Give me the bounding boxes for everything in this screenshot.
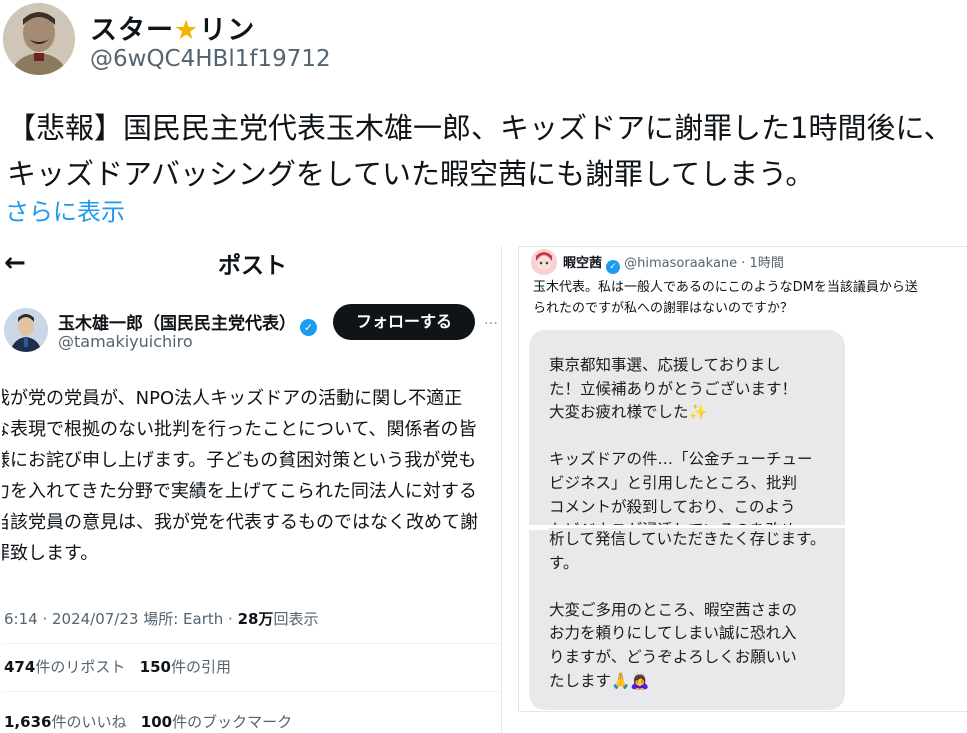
post-stats-row: 474件のリポスト 150件の引用 [4,656,231,677]
bookmark-count: 100 [140,713,173,731]
post-body: 我が党の党員が、NPO法人キッズドアの活動に関し不適正 な表現で根拠のない批判を… [2,383,501,569]
like-label: 件のいいね [51,713,127,731]
himasora-post-screenshot: 暇空茜 ✓ @himasoraakane · 1時間 玉木代表。私は一般人であるの… [518,246,967,712]
post-stats-row: 1,636件のいいね 100件のブックマーク [4,711,292,732]
post-body: 玉木代表。私は一般人であるのにこのようなDMを当該議員から送 られたのですが私へ… [533,277,967,319]
quote-label: 件の引用 [170,658,231,676]
more-options-icon: … [484,312,499,328]
divider [2,643,501,644]
like-count: 1,636 [4,713,52,731]
avatar [4,308,48,352]
repost-count: 474 [4,658,36,676]
display-name-part-a: スター [90,15,174,46]
bookmark-label: 件のブックマーク [172,713,293,731]
display-name[interactable]: スター★リン [90,8,255,47]
avatar[interactable] [3,3,75,75]
post-body-line: 罪致します。 [2,543,99,564]
show-more-link[interactable]: さらに表示 [5,192,125,227]
display-name-part-b: リン [199,15,256,46]
verified-badge-icon: ✓ [606,260,621,274]
post-time-location: 6:14 · 2024/07/23 場所: Earth · [4,610,238,628]
profile-photo [4,308,48,352]
post-meta: 6:14 · 2024/07/23 場所: Earth · 28万回表示 [4,608,318,629]
author-name: 暇空茜 [563,256,603,271]
attached-image[interactable]: ← ポスト 玉木雄一郎（国民民主党代表） ✓ @tamakiyuichiro フォ… [2,246,967,733]
profile-photo [531,249,557,275]
tweet-body-line: 【悲報】国民民主党代表玉木雄一郎、キッズドアに謝罪した1時間後に、 [7,111,953,145]
view-count-label: 回表示 [273,610,319,628]
post-body-line: 当該党員の意見は、我が党を代表するものではなく改めて謝 [2,512,478,533]
repost-label: 件のリポスト [35,658,126,676]
star-icon: ★ [174,15,200,46]
post-body-line: な表現で根拠のない批判を行ったことについて、関係者の皆 [2,419,477,440]
tweet-body: 【悲報】国民民主党代表玉木雄一郎、キッズドアに謝罪した1時間後に、 キッズドアバ… [7,105,967,197]
author-handle: @tamakiyuichiro [58,332,193,351]
quote-count: 150 [139,658,171,676]
post-header: 暇空茜 ✓ @himasoraakane · 1時間 [563,252,784,274]
avatar [531,249,557,275]
author-handle-time: @himasoraakane · 1時間 [624,256,784,271]
back-arrow-icon: ← [4,248,26,278]
verified-badge-icon: ✓ [300,319,317,336]
post-body-line: られたのですが私への謝罪はないのですか？ [533,301,794,316]
view-count: 28万 [237,610,274,628]
post-body-line: 様にお詫び申し上げます。子どもの貧困対策という我が党も [2,450,477,471]
divider [2,691,501,692]
profile-photo [3,3,75,75]
quoted-post-screenshot: ← ポスト 玉木雄一郎（国民民主党代表） ✓ @tamakiyuichiro フォ… [2,246,502,733]
post-header-title: ポスト [218,253,287,279]
tweet-body-line: キッズドアバッシングをしていた暇空茜にも謝罪してしまう。 [7,157,815,191]
post-body-line: 我が党の党員が、NPO法人キッズドアの活動に関し不適正 [2,388,463,409]
dm-message-text: 析して発信していただきたく存じます。 す。 大変ご多用のところ、暇空茜さまの お… [549,528,845,694]
follow-button: フォローする [333,304,475,340]
author-name-text: 玉木雄一郎（国民民主党代表） [58,314,296,334]
handle[interactable]: @6wQC4HBl1f19712 [90,46,331,72]
post-body-line: 玉木代表。私は一般人であるのにこのようなDMを当該議員から送 [533,280,918,295]
post-body-line: 力を入れてきた分野で実績を上げてこられた同法人に対する [2,481,477,502]
dm-message-bubble: 東京都知事選、応援しておりまし た！立候補ありがとうございます！ 大変お疲れ様で… [529,330,845,710]
dm-message-text: 東京都知事選、応援しておりまし た！立候補ありがとうございます！ 大変お疲れ様で… [549,356,813,539]
